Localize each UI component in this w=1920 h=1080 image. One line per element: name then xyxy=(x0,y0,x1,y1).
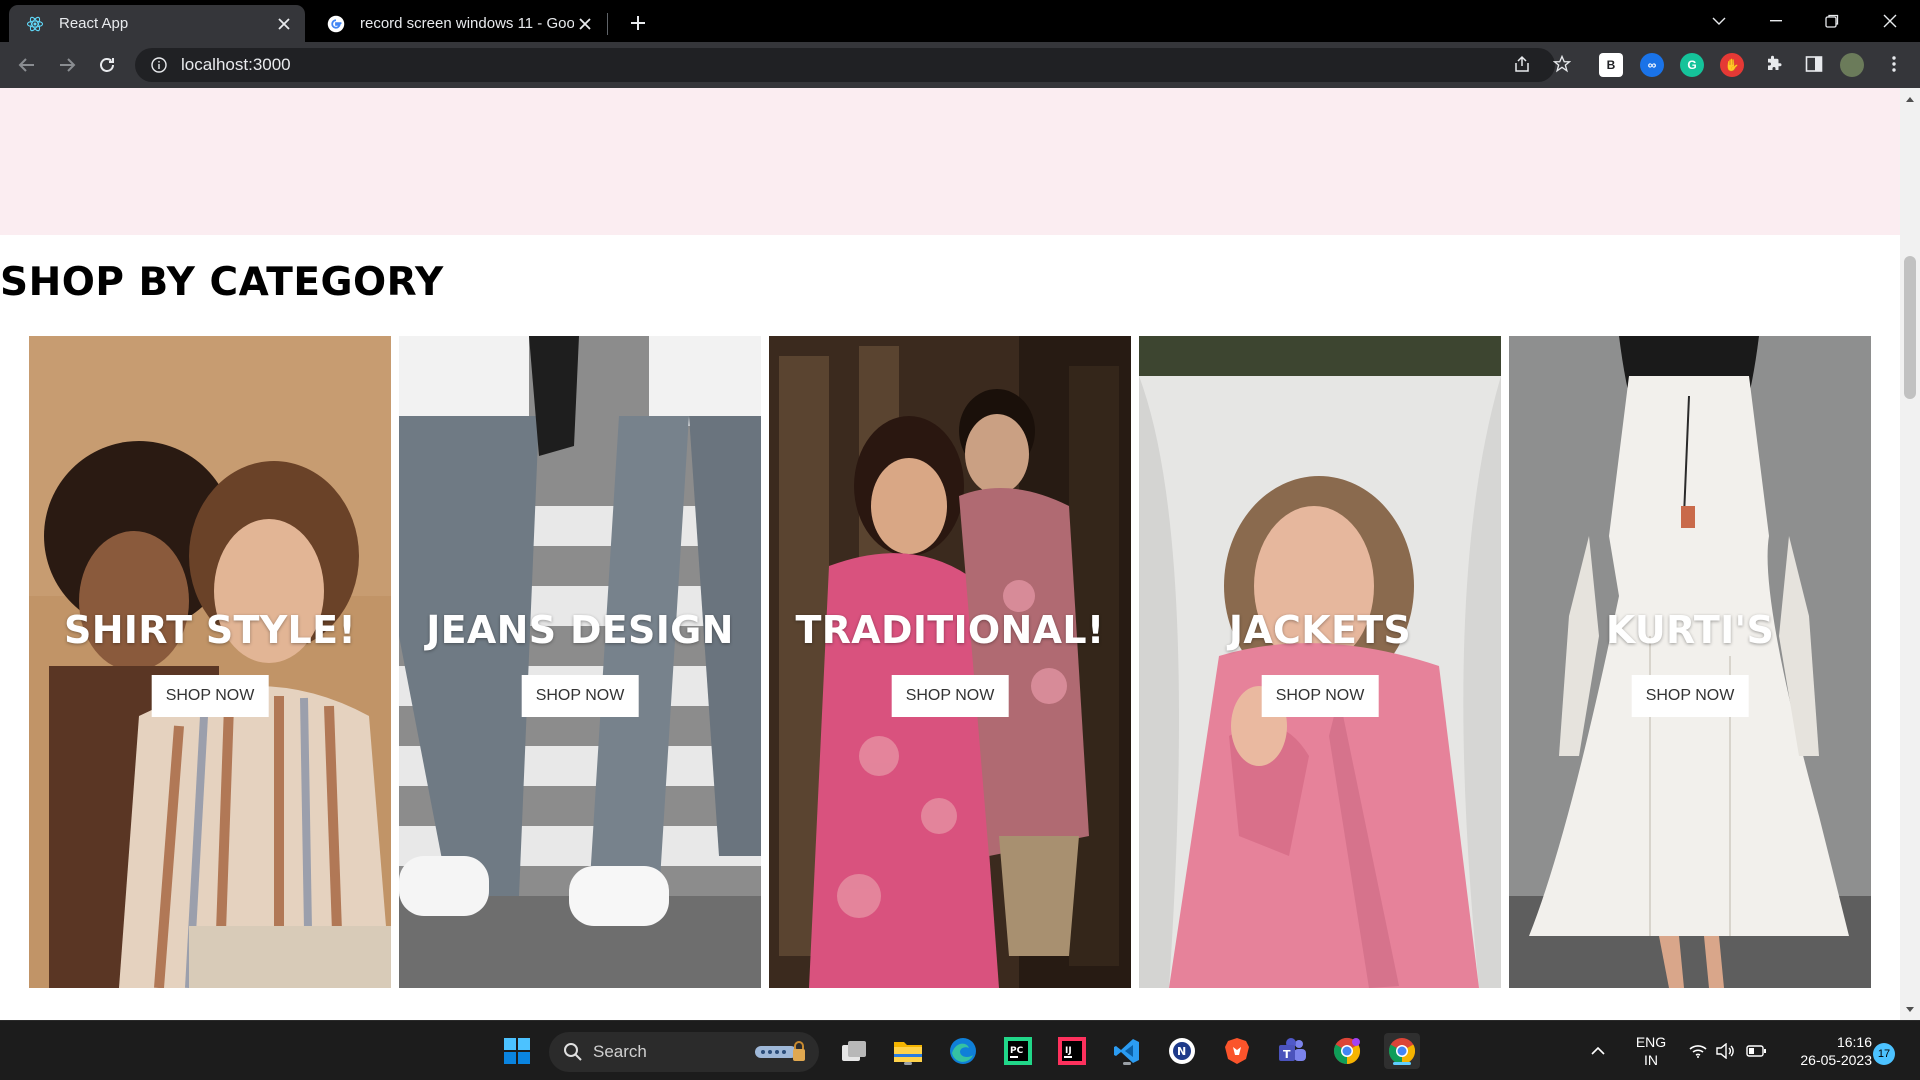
shop-now-button[interactable]: SHOP NOW xyxy=(521,675,639,717)
category-card-traditional[interactable]: TRADITIONAL! SHOP NOW xyxy=(769,336,1131,988)
tab-title: record screen windows 11 - Goog xyxy=(360,15,574,32)
pycharm-icon[interactable]: PC xyxy=(1000,1033,1036,1069)
file-explorer-icon[interactable] xyxy=(890,1033,926,1069)
back-icon[interactable] xyxy=(11,49,43,81)
scroll-up-icon[interactable] xyxy=(1905,94,1915,104)
category-card-jackets[interactable]: JACKETS SHOP NOW xyxy=(1139,336,1501,988)
running-indicator xyxy=(904,1062,912,1065)
category-card-kurtis[interactable]: KURTI'S SHOP NOW xyxy=(1509,336,1871,988)
hero-banner xyxy=(0,88,1900,235)
url-text: localhost:3000 xyxy=(181,55,291,74)
category-title: JEANS DESIGN xyxy=(426,608,734,652)
shop-now-button[interactable]: SHOP NOW xyxy=(1261,675,1379,717)
category-title: TRADITIONAL! xyxy=(795,608,1105,652)
address-bar[interactable]: localhost:3000 xyxy=(135,48,1555,82)
shop-now-button[interactable]: SHOP NOW xyxy=(891,675,1009,717)
react-icon xyxy=(25,14,45,34)
shirt-style-image xyxy=(29,336,391,988)
restore-icon[interactable] xyxy=(1804,0,1860,42)
search-icon xyxy=(563,1042,583,1062)
tab-title: React App xyxy=(59,15,129,32)
svg-text:N: N xyxy=(1177,1045,1186,1058)
tab-strip: React App record screen windows 11 - Goo… xyxy=(0,0,1920,42)
share-icon[interactable] xyxy=(1508,50,1536,78)
clock-date: 26-05-2023 xyxy=(1800,1052,1872,1068)
search-highlight-icon xyxy=(753,1040,809,1064)
infinity-extension-icon[interactable]: ∞ xyxy=(1640,53,1664,77)
show-hidden-icons-chevron-icon[interactable] xyxy=(1584,1033,1612,1069)
side-panel-icon[interactable] xyxy=(1800,50,1828,78)
close-tab-icon[interactable] xyxy=(574,13,596,35)
shop-now-button[interactable]: SHOP NOW xyxy=(151,675,269,717)
svg-text:T: T xyxy=(1283,1048,1291,1061)
traditional-image xyxy=(769,336,1131,988)
minimize-icon[interactable] xyxy=(1748,0,1804,42)
section-title: SHOP BY CATEGORY xyxy=(0,260,444,305)
edge-icon[interactable] xyxy=(945,1033,981,1069)
windows-taskbar: Search PC IJ N T ENG IN 16:16 26-05-2023… xyxy=(0,1020,1920,1080)
bookmark-star-icon[interactable] xyxy=(1548,50,1576,78)
language-indicator[interactable]: ENG IN xyxy=(1628,1033,1674,1069)
clock[interactable]: 16:16 26-05-2023 xyxy=(1782,1033,1872,1069)
brave-icon[interactable] xyxy=(1219,1033,1255,1069)
browser-toolbar: localhost:3000 B ∞ G ✋ xyxy=(0,42,1920,88)
task-view-icon[interactable] xyxy=(836,1033,872,1069)
chrome-profile-icon[interactable] xyxy=(1329,1033,1365,1069)
svg-text:IJ: IJ xyxy=(1065,1046,1072,1056)
menu-kebab-icon[interactable] xyxy=(1880,50,1908,78)
tab-search-chevron-icon[interactable] xyxy=(1691,0,1747,42)
category-title: KURTI'S xyxy=(1605,608,1775,652)
volume-icon[interactable] xyxy=(1712,1033,1740,1069)
vscode-icon[interactable] xyxy=(1109,1033,1145,1069)
page-viewport: SHOP BY CATEGORY SHIRT STYLE! SHOP NOW J… xyxy=(0,88,1900,1020)
forward-icon[interactable] xyxy=(51,49,83,81)
jeans-design-image xyxy=(399,336,761,988)
region-code: IN xyxy=(1644,1052,1658,1068)
category-card-shirt-style[interactable]: SHIRT STYLE! SHOP NOW xyxy=(29,336,391,988)
tab-react-app[interactable]: React App xyxy=(9,5,305,42)
search-label: Search xyxy=(593,1042,647,1061)
extensions-puzzle-icon[interactable] xyxy=(1760,50,1788,78)
wifi-icon[interactable] xyxy=(1684,1033,1712,1069)
category-card-jeans-design[interactable]: JEANS DESIGN SHOP NOW xyxy=(399,336,761,988)
running-indicator xyxy=(1393,1062,1411,1065)
jackets-image xyxy=(1139,336,1501,988)
category-grid: SHIRT STYLE! SHOP NOW JEANS DESIGN SHOP … xyxy=(29,336,1871,988)
category-title: JACKETS xyxy=(1228,608,1412,652)
shop-now-button[interactable]: SHOP NOW xyxy=(1631,675,1749,717)
kurtis-image xyxy=(1509,336,1871,988)
hand-extension-icon[interactable]: ✋ xyxy=(1720,53,1744,77)
app-icon[interactable]: N xyxy=(1164,1033,1200,1069)
language-code: ENG xyxy=(1635,1034,1667,1050)
scroll-thumb[interactable] xyxy=(1904,256,1916,399)
taskbar-search-box[interactable]: Search xyxy=(549,1032,819,1072)
running-indicator xyxy=(1123,1062,1131,1065)
scroll-down-icon[interactable] xyxy=(1905,1004,1915,1014)
teams-icon[interactable]: T xyxy=(1274,1033,1310,1069)
tab-google-search[interactable]: record screen windows 11 - Goog xyxy=(310,5,606,42)
intellij-icon[interactable]: IJ xyxy=(1054,1033,1090,1069)
profile-avatar[interactable] xyxy=(1840,53,1864,77)
battery-icon[interactable] xyxy=(1742,1033,1770,1069)
page-scrollbar[interactable] xyxy=(1900,88,1920,1020)
close-tab-icon[interactable] xyxy=(273,13,295,35)
reload-icon[interactable] xyxy=(91,49,123,81)
category-title: SHIRT STYLE! xyxy=(64,608,356,652)
site-info-icon[interactable] xyxy=(149,55,169,75)
chrome-icon[interactable] xyxy=(1384,1033,1420,1069)
start-icon[interactable] xyxy=(499,1033,535,1069)
svg-text:PC: PC xyxy=(1010,1046,1024,1056)
grammarly-icon[interactable]: G xyxy=(1680,53,1704,77)
new-tab-icon[interactable] xyxy=(624,9,652,37)
close-window-icon[interactable] xyxy=(1862,0,1918,42)
clock-time: 16:16 xyxy=(1836,1034,1872,1050)
google-icon xyxy=(326,14,346,34)
tab-separator xyxy=(607,13,608,35)
bookmark-extension-icon[interactable]: B xyxy=(1599,53,1623,77)
notification-badge[interactable]: 17 xyxy=(1873,1043,1895,1065)
